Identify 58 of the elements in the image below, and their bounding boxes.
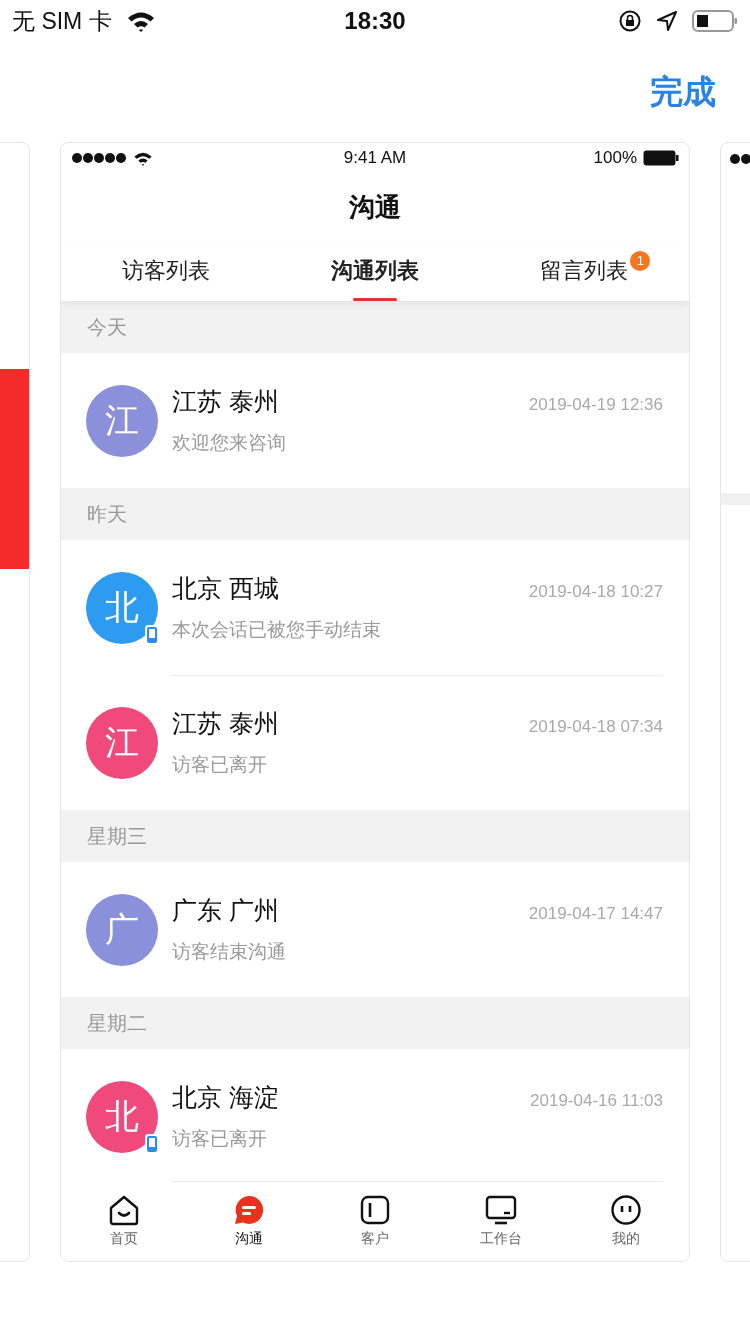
phone-icon (144, 623, 160, 646)
message-preview: 欢迎您来咨询 (172, 431, 287, 455)
tab-bar-item[interactable]: 首页 (61, 1181, 187, 1261)
signal-icon (729, 153, 750, 165)
wifi-icon (133, 150, 153, 166)
card-icon (359, 1194, 391, 1226)
avatar: 广 (86, 893, 158, 966)
avatar: 北 (86, 571, 158, 644)
badge: 1 (630, 251, 651, 271)
signal-icon (71, 152, 127, 164)
timestamp: 2019-04-18 10:27 (528, 582, 663, 602)
section-header: 昨天 (61, 488, 689, 540)
message-preview: 本次会话已被您手动结束 (172, 618, 382, 642)
conversation-row[interactable]: 广 广东 广州 2019-04-17 14:47 访客结束沟通 (61, 862, 689, 997)
conversation-row[interactable]: 江 江苏 泰州 2019-04-18 07:34 访客已离开 (61, 675, 689, 810)
timestamp: 2019-04-19 12:36 (528, 395, 663, 415)
battery-icon (643, 150, 679, 166)
message-preview: 访客已离开 (172, 753, 268, 777)
section-header: 今天 (61, 301, 689, 353)
section-header: 星期三 (61, 810, 689, 862)
timestamp: 2019-04-16 11:03 (530, 1091, 663, 1111)
house-icon (107, 1194, 140, 1226)
battery-label: 100% (593, 148, 637, 168)
phone-icon (144, 1132, 160, 1155)
timestamp: 2019-04-17 14:47 (528, 904, 663, 924)
tab[interactable]: 沟通列表 (270, 241, 480, 301)
location-icon (656, 10, 678, 32)
clock: 9:41 AM (343, 148, 407, 168)
done-button[interactable]: 完成 (650, 69, 716, 115)
conversation-row[interactable]: 江 江苏 泰州 2019-04-19 12:36 欢迎您来咨询 (61, 353, 689, 488)
tab-bar-item[interactable]: 客户 (312, 1181, 438, 1261)
visitor-location: 北京 海淀 (172, 1082, 279, 1113)
timestamp: 2019-04-18 07:34 (528, 717, 663, 737)
avatar: 江 (86, 706, 158, 779)
visitor-location: 广东 广州 (172, 895, 279, 926)
screen-title: 沟通 (348, 190, 402, 224)
face-icon (610, 1194, 643, 1226)
battery-icon (692, 9, 738, 33)
rotation-lock-icon (618, 9, 642, 33)
carrier-label: 无 SIM 卡 (12, 6, 112, 36)
conversation-row[interactable]: 北 北京 西城 2019-04-18 10:27 本次会话已被您手动结束 (61, 540, 689, 675)
chat-icon (233, 1194, 266, 1226)
conversation-row[interactable]: 北 北京 海淀 2019-04-16 11:03 访客已离开 (61, 1049, 689, 1181)
message-preview: 访客已离开 (172, 1127, 268, 1151)
tab[interactable]: 留言列表 1 (479, 241, 689, 301)
monitor-icon (484, 1194, 517, 1226)
clock: 18:30 (344, 7, 406, 35)
tab-bar-item[interactable]: 我的 (563, 1181, 689, 1261)
visitor-location: 江苏 泰州 (172, 386, 279, 417)
avatar: 北 (86, 1080, 158, 1153)
tab-bar-item[interactable]: 沟通 (186, 1181, 313, 1261)
avatar: 江 (86, 384, 158, 457)
visitor-location: 北京 西城 (172, 573, 279, 604)
tab-bar-item[interactable]: 工作台 (437, 1181, 564, 1261)
message-preview: 访客结束沟通 (172, 940, 287, 964)
section-header: 星期二 (61, 997, 689, 1049)
tab[interactable]: 访客列表 (61, 241, 271, 301)
visitor-location: 江苏 泰州 (172, 708, 279, 739)
